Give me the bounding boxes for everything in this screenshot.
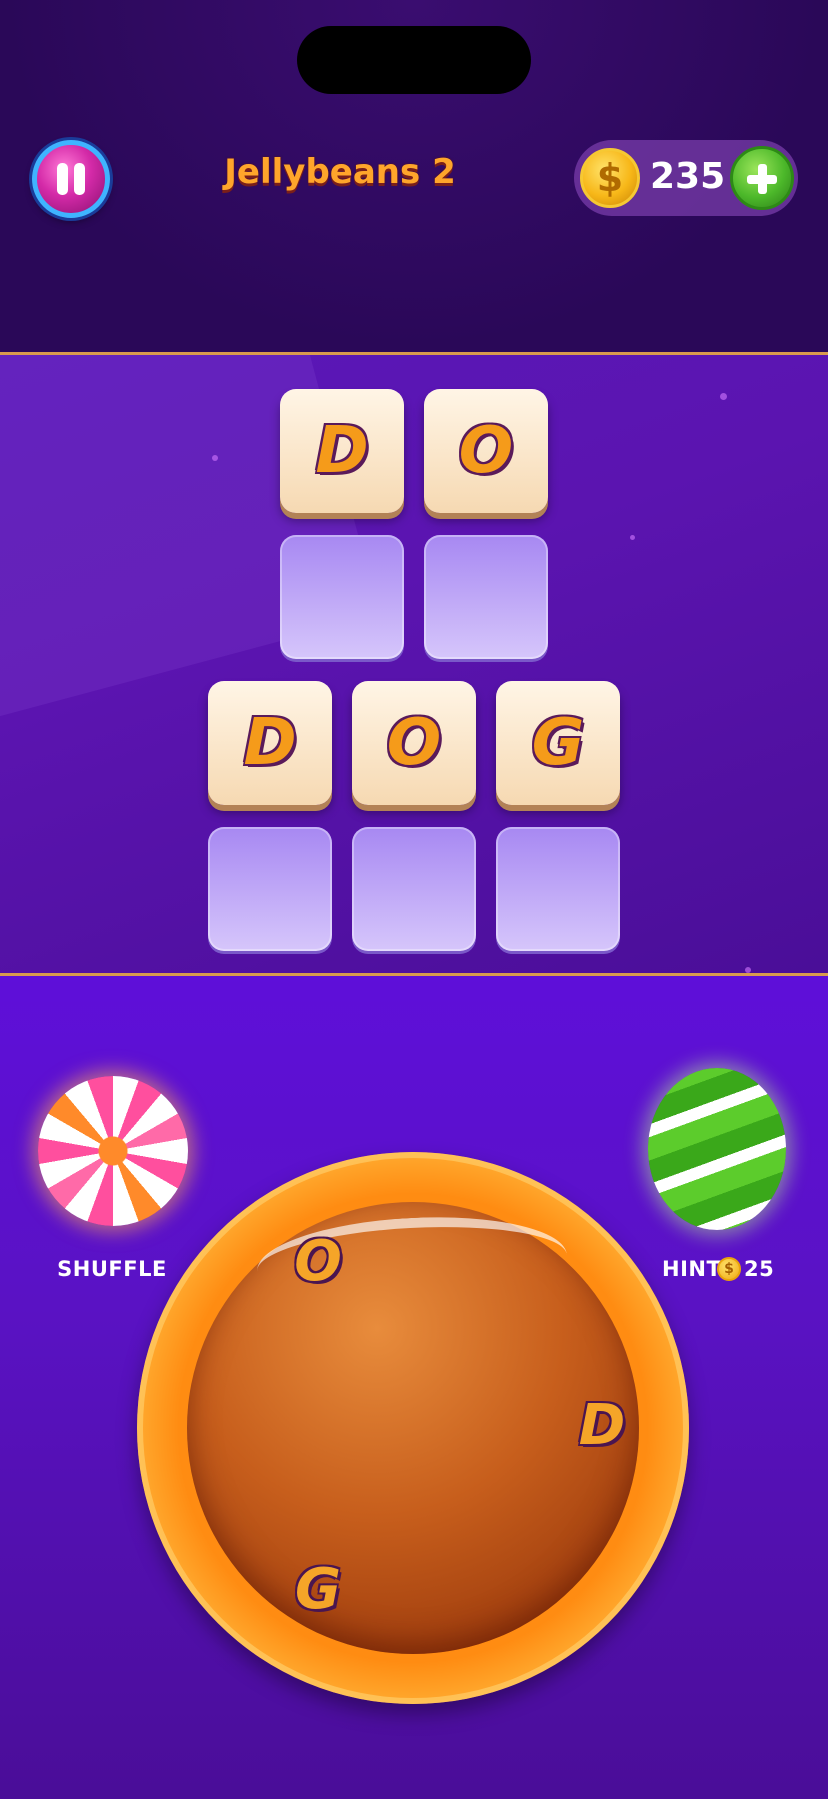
word-board: D O D O G [0,352,828,976]
tile-empty [280,535,404,659]
tile-letter [424,535,548,659]
tile-letter: D [315,414,369,488]
tile-letter: D [243,706,297,780]
add-coins-button[interactable] [730,146,794,210]
pause-icon-bar [74,163,85,195]
shuffle-button[interactable] [38,1076,188,1226]
tile-letter: G [531,706,585,780]
wheel-letter[interactable]: G [278,1550,358,1630]
hint-label: HINT [662,1257,722,1281]
tile-letter: O [386,706,442,780]
tile-empty [208,827,332,951]
sparkle [630,535,635,540]
device-notch [297,26,531,94]
coin-icon: $ [717,1257,741,1281]
pause-icon [57,163,68,195]
coin-icon: $ [580,148,640,208]
hint-cost: 25 [744,1257,775,1281]
coin-count: 235 [650,156,726,197]
pause-button[interactable] [32,140,110,218]
tile-filled: O [352,681,476,805]
coin-balance: $ 235 [574,140,798,216]
tile-filled: G [496,681,620,805]
tile-filled: D [208,681,332,805]
hint-button[interactable] [648,1068,786,1230]
tile-letter: O [458,414,514,488]
tile-empty [496,827,620,951]
sparkle [745,967,751,973]
tile-letter [496,827,620,951]
letter-wheel[interactable]: O D G [137,1152,689,1704]
tile-empty [424,535,548,659]
level-title: Jellybeans 2 [224,152,456,192]
sparkle [212,455,218,461]
shuffle-label: SHUFFLE [57,1257,167,1281]
wheel-letter[interactable]: O [278,1222,358,1302]
hint-info: HINT $ 25 [660,1255,790,1285]
tile-letter [352,827,476,951]
sparkle [720,393,727,400]
tile-letter [280,535,404,659]
wheel-letter[interactable]: D [562,1386,642,1466]
tile-filled: O [424,389,548,513]
tile-letter [208,827,332,951]
tile-empty [352,827,476,951]
tile-filled: D [280,389,404,513]
